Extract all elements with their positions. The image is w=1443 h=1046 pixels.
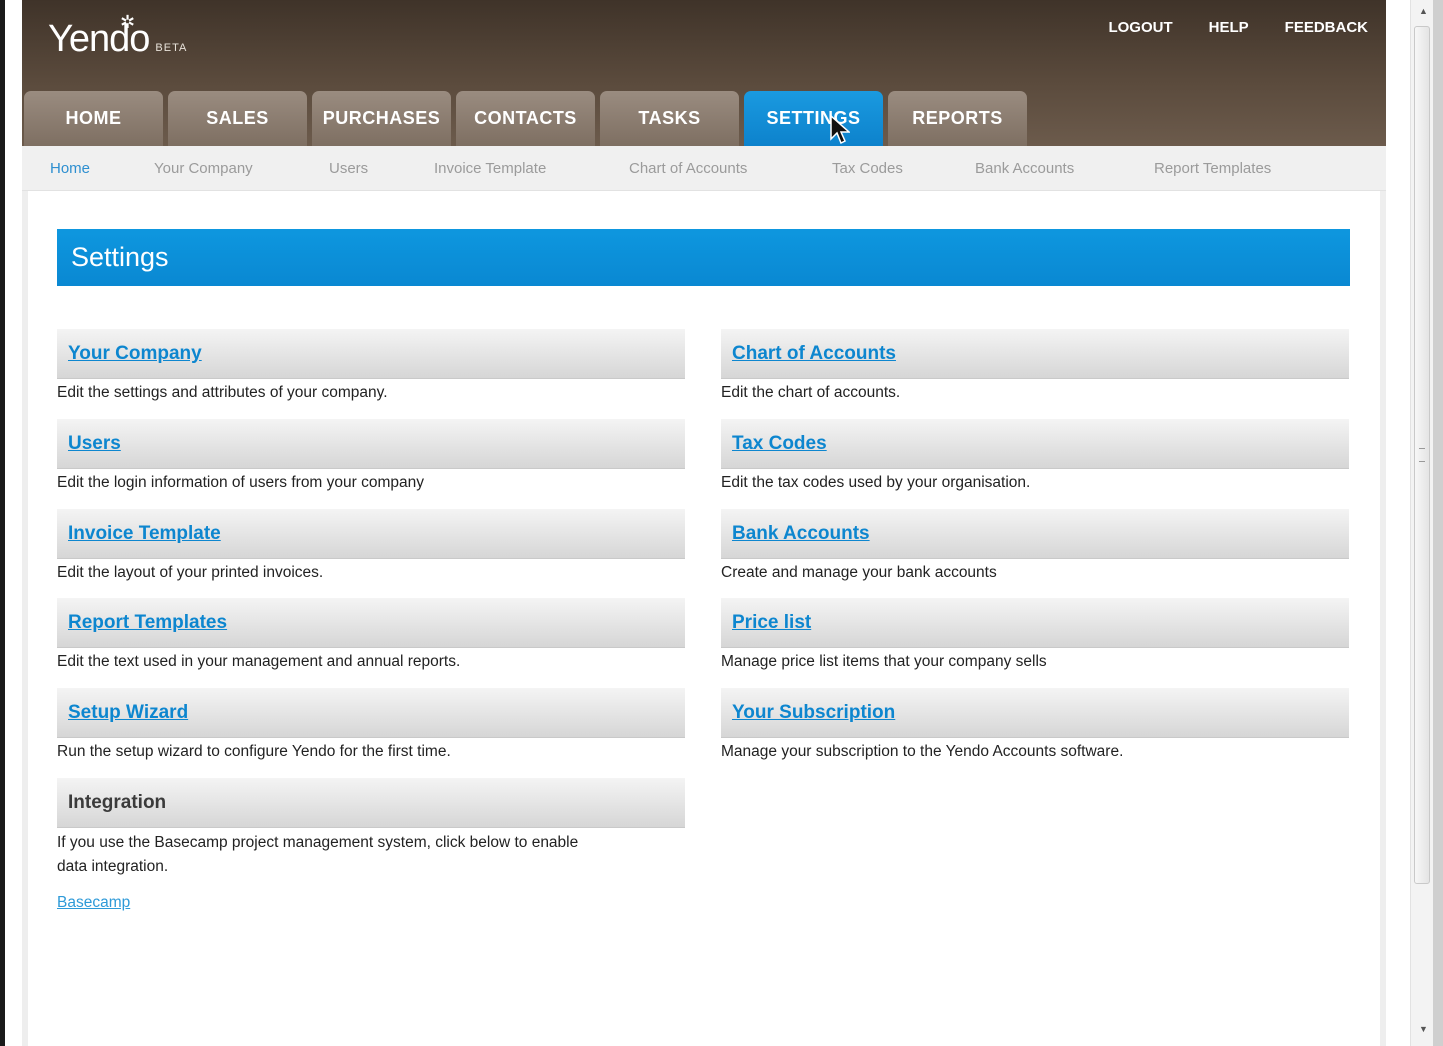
your-company-desc: Edit the settings and attributes of your… [57,384,388,401]
window-left-border [0,0,5,1046]
scroll-down-arrow-icon[interactable]: ▼ [1419,1024,1428,1034]
section-setup-wizard: Setup Wizard [57,688,685,738]
invoice-template-desc: Edit the layout of your printed invoices… [57,564,324,581]
section-chart-of-accounts: Chart of Accounts [721,329,1349,379]
setup-wizard-link[interactable]: Setup Wizard [68,702,188,724]
your-subscription-desc: Manage your subscription to the Yendo Ac… [721,743,1124,760]
report-templates-desc: Edit the text used in your management an… [57,653,461,670]
section-your-subscription: Your Subscription [721,688,1349,738]
window-right-edge [1433,0,1443,1046]
subnav-report-templates[interactable]: Report Templates [1154,160,1271,177]
beta-label: BETA [155,42,188,54]
users-desc: Edit the login information of users from… [57,474,425,491]
chart-of-accounts-desc: Edit the chart of accounts. [721,384,901,401]
subnav-home[interactable]: Home [50,160,90,177]
tab-reports[interactable]: REPORTS [888,91,1027,146]
scroll-grip-icon [1419,448,1425,462]
scroll-thumb[interactable] [1414,26,1430,884]
setup-wizard-desc: Run the setup wizard to configure Yendo … [57,743,451,760]
app-container: Yendo ✲ BETA LOGOUT HELP FEEDBACK HOME SAL… [22,0,1386,1046]
section-bank-accounts: Bank Accounts [721,509,1349,559]
basecamp-link[interactable]: Basecamp [57,894,130,912]
logo-text: Yendo [48,18,150,60]
bank-accounts-link[interactable]: Bank Accounts [732,523,870,545]
section-invoice-template: Invoice Template [57,509,685,559]
subnav-tax-codes[interactable]: Tax Codes [832,160,903,177]
integration-desc-line2: data integration. [57,858,169,875]
top-links: LOGOUT HELP FEEDBACK [1108,19,1368,36]
invoice-template-link[interactable]: Invoice Template [68,523,221,545]
section-users: Users [57,419,685,469]
price-list-link[interactable]: Price list [732,612,811,634]
page-title: Settings [71,242,169,272]
section-your-company: Your Company [57,329,685,379]
vertical-scrollbar[interactable]: ▲ ▼ [1410,0,1434,1046]
header-bar: Yendo ✲ BETA LOGOUT HELP FEEDBACK HOME SAL… [22,0,1386,146]
users-link[interactable]: Users [68,433,121,455]
main-content: Settings Your Company Edit the settings … [28,191,1380,1046]
subnav-your-company[interactable]: Your Company [154,160,253,177]
price-list-desc: Manage price list items that your compan… [721,653,1047,670]
section-report-templates: Report Templates [57,598,685,648]
your-subscription-link[interactable]: Your Subscription [732,702,895,724]
tab-home[interactable]: HOME [24,91,163,146]
section-integration: Integration [57,778,685,828]
feedback-link[interactable]: FEEDBACK [1285,19,1368,36]
tab-settings[interactable]: SETTINGS [744,91,883,146]
your-company-link[interactable]: Your Company [68,343,202,365]
tab-contacts[interactable]: CONTACTS [456,91,595,146]
settings-subnav: Home Your Company Users Invoice Template… [22,146,1386,191]
mouse-cursor-icon [830,115,850,145]
integration-desc-line1: If you use the Basecamp project manageme… [57,834,579,851]
tab-tasks[interactable]: TASKS [600,91,739,146]
subnav-invoice-template[interactable]: Invoice Template [434,160,546,177]
subnav-bank-accounts[interactable]: Bank Accounts [975,160,1074,177]
tax-codes-desc: Edit the tax codes used by your organisa… [721,474,1031,491]
chart-of-accounts-link[interactable]: Chart of Accounts [732,343,896,365]
bank-accounts-desc: Create and manage your bank accounts [721,564,997,581]
yendo-logo[interactable]: Yendo ✲ BETA [48,12,188,61]
section-price-list: Price list [721,598,1349,648]
section-tax-codes: Tax Codes [721,419,1349,469]
subnav-chart-of-accounts[interactable]: Chart of Accounts [629,160,747,177]
tab-purchases[interactable]: PURCHASES [312,91,451,146]
scroll-up-arrow-icon[interactable]: ▲ [1419,6,1428,16]
tax-codes-link[interactable]: Tax Codes [732,433,827,455]
subnav-users[interactable]: Users [329,160,368,177]
logout-link[interactable]: LOGOUT [1108,19,1172,36]
page-title-banner: Settings [57,229,1350,286]
tab-sales[interactable]: SALES [168,91,307,146]
integration-title: Integration [68,792,167,813]
report-templates-link[interactable]: Report Templates [68,612,227,634]
logo-star-icon: ✲ [120,12,135,32]
help-link[interactable]: HELP [1209,19,1249,36]
